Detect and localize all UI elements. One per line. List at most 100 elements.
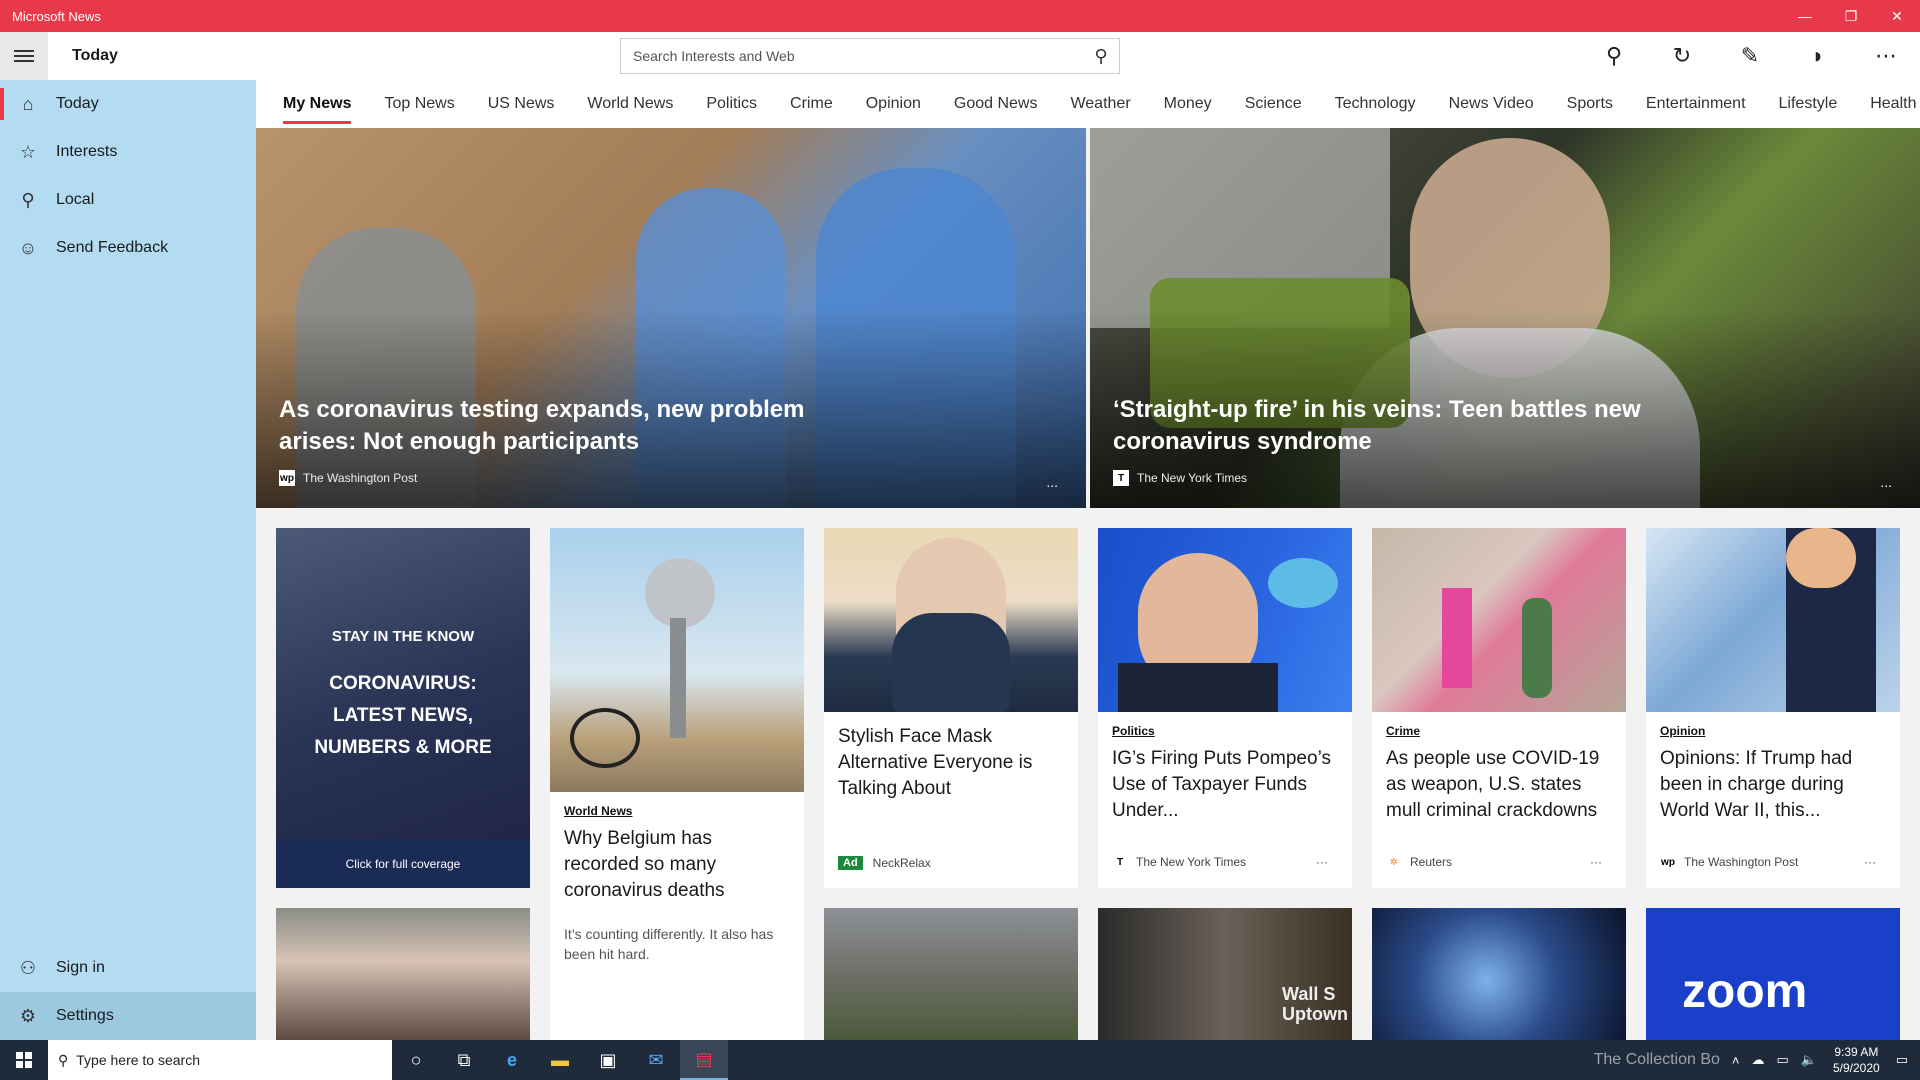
source-name: The New York Times [1136, 855, 1247, 869]
sidebar-item-label: Local [56, 191, 95, 208]
hero-article-2[interactable]: ‘Straight-up fire’ in his veins: Teen ba… [1090, 128, 1920, 508]
coronavirus-coverage-card[interactable]: STAY IN THE KNOW CORONAVIRUS: LATEST NEW… [276, 528, 530, 888]
search-input[interactable] [633, 48, 1083, 64]
sidebar-item-settings[interactable]: ⚙ Settings [0, 992, 256, 1040]
sidebar-item-interests[interactable]: ☆ Interests [0, 128, 256, 176]
more-options-button[interactable]: ... [1880, 474, 1892, 490]
sidebar-item-send-feedback[interactable]: ☺ Send Feedback [0, 224, 256, 272]
tab-health-and-fitness[interactable]: Health and Fitness [1870, 80, 1920, 128]
watermark-text: The Collection Bo [1593, 1051, 1720, 1068]
article-card-lower-1[interactable] [276, 908, 530, 1040]
sidebar: ⌂ Today ☆ Interests ⚲ Local ☺ Send Feedb… [0, 32, 256, 1040]
sidebar-item-local[interactable]: ⚲ Local [0, 176, 256, 224]
window-title: Microsoft News [12, 8, 101, 24]
clock[interactable]: 9:39 AM 5/9/2020 [1823, 1044, 1890, 1076]
tab-good-news[interactable]: Good News [954, 80, 1038, 128]
hamburger-menu-button[interactable] [0, 32, 48, 80]
article-card-lower-5[interactable]: zoom [1646, 908, 1900, 1040]
hero-headline[interactable]: As coronavirus testing expands, new prob… [279, 394, 839, 458]
article-footer: T The New York Times ··· [1112, 854, 1338, 870]
promo-headline: CORONAVIRUS: LATEST NEWS, NUMBERS & MORE [276, 668, 530, 764]
article-category[interactable]: Crime [1386, 724, 1612, 738]
start-button[interactable] [0, 1040, 48, 1080]
task-view-icon[interactable]: ⧉ [440, 1040, 488, 1080]
more-icon[interactable]: ⋯ [1852, 32, 1920, 80]
tab-world-news[interactable]: World News [587, 80, 673, 128]
article-title[interactable]: IG’s Firing Puts Pompeo’s Use of Taxpaye… [1112, 746, 1338, 824]
restore-button[interactable]: ❐ [1828, 0, 1874, 32]
cortana-icon[interactable]: ○ [392, 1040, 440, 1080]
article-title[interactable]: As people use COVID-19 as weapon, U.S. s… [1386, 746, 1612, 824]
mail-icon[interactable]: ✉ [632, 1040, 680, 1080]
store-icon[interactable]: ▣ [584, 1040, 632, 1080]
full-coverage-button[interactable]: Click for full coverage [276, 840, 530, 888]
more-options-button[interactable]: ··· [1316, 855, 1328, 869]
volume-icon[interactable]: 🔈 [1795, 1052, 1823, 1068]
search-icon[interactable]: ⚲ [1083, 46, 1119, 67]
more-options-button[interactable]: ··· [1590, 855, 1602, 869]
tab-lifestyle[interactable]: Lifestyle [1779, 80, 1838, 128]
search-box[interactable]: ⚲ [620, 38, 1120, 74]
article-title[interactable]: Why Belgium has recorded so many coronav… [564, 826, 790, 904]
cloud-icon[interactable]: ☁ [1746, 1052, 1771, 1068]
article-card-crime[interactable]: Crime As people use COVID-19 as weapon, … [1372, 528, 1626, 888]
hero-headline[interactable]: ‘Straight-up fire’ in his veins: Teen ba… [1113, 394, 1673, 458]
page-title: Today [72, 47, 118, 64]
refresh-icon[interactable]: ↻ [1648, 32, 1716, 80]
article-card-belgium[interactable]: World News Why Belgium has recorded so m… [550, 528, 804, 1040]
article-category[interactable]: World News [564, 804, 790, 818]
article-card-lower-3[interactable]: Wall S Uptown [1098, 908, 1352, 1040]
article-category[interactable]: Politics [1112, 724, 1338, 738]
minimize-button[interactable]: — [1782, 0, 1828, 32]
edit-icon[interactable]: ✎ [1716, 32, 1784, 80]
edge-browser-icon[interactable]: e [488, 1040, 536, 1080]
news-app-icon[interactable]: ▤ [680, 1040, 728, 1080]
article-card-opinion[interactable]: Opinion Opinions: If Trump had been in c… [1646, 528, 1900, 888]
article-card-lower-4[interactable] [1372, 908, 1626, 1040]
article-image [1646, 528, 1900, 712]
more-options-button[interactable]: ··· [1864, 855, 1876, 869]
sidebar-item-label: Sign in [56, 959, 105, 976]
tab-crime[interactable]: Crime [790, 80, 833, 128]
system-tray: The Collection Bo ˄ ☁ ▭ 🔈 9:39 AM 5/9/20… [1588, 1040, 1920, 1080]
article-card-politics[interactable]: Politics IG’s Firing Puts Pompeo’s Use o… [1098, 528, 1352, 888]
close-button[interactable]: ✕ [1874, 0, 1920, 32]
washington-post-logo-icon: wp [1661, 856, 1675, 868]
promo-headline-line: LATEST NEWS, [332, 705, 474, 726]
tab-sports[interactable]: Sports [1567, 80, 1613, 128]
article-category[interactable]: Opinion [1660, 724, 1886, 738]
tab-science[interactable]: Science [1245, 80, 1302, 128]
tab-top-news[interactable]: Top News [384, 80, 454, 128]
gear-icon: ⚙ [19, 1005, 37, 1026]
article-title[interactable]: Stylish Face Mask Alternative Everyone i… [838, 724, 1064, 802]
more-options-button[interactable]: ... [1046, 474, 1058, 490]
article-card-lower-2[interactable] [824, 908, 1078, 1040]
taskbar-search-input[interactable] [76, 1052, 258, 1068]
tab-us-news[interactable]: US News [488, 80, 555, 128]
article-title[interactable]: Opinions: If Trump had been in charge du… [1660, 746, 1886, 824]
pin-icon[interactable]: ⚲ [1580, 32, 1648, 80]
star-list-icon: ☆ [19, 141, 37, 162]
tab-opinion[interactable]: Opinion [866, 80, 921, 128]
hero-source: T The New York Times [1113, 470, 1247, 486]
tab-technology[interactable]: Technology [1335, 80, 1416, 128]
chevron-up-icon[interactable]: ˄ [1726, 1053, 1746, 1068]
network-icon[interactable]: ▭ [1771, 1052, 1795, 1068]
sidebar-item-sign-in[interactable]: ⚇ Sign in [0, 944, 256, 992]
promo-headline-line: CORONAVIRUS: [329, 673, 477, 694]
tab-money[interactable]: Money [1164, 80, 1212, 128]
hero-article-1[interactable]: As coronavirus testing expands, new prob… [256, 128, 1086, 508]
taskbar: ⚲ ○ ⧉ e ▬ ▣ ✉ ▤ The Collection Bo ˄ ☁ ▭ … [0, 1040, 1920, 1080]
tab-politics[interactable]: Politics [706, 80, 757, 128]
tab-my-news[interactable]: My News [283, 80, 352, 128]
taskbar-search[interactable]: ⚲ [48, 1040, 392, 1080]
article-card-face-mask-ad[interactable]: Stylish Face Mask Alternative Everyone i… [824, 528, 1078, 888]
sidebar-item-today[interactable]: ⌂ Today [0, 80, 256, 128]
notifications-icon[interactable]: ▭ [1890, 1052, 1920, 1068]
tab-entertainment[interactable]: Entertainment [1646, 80, 1746, 128]
dark-mode-icon[interactable]: ◗ [1784, 32, 1852, 80]
tab-weather[interactable]: Weather [1070, 80, 1130, 128]
tab-news-video[interactable]: News Video [1449, 80, 1534, 128]
file-explorer-icon[interactable]: ▬ [536, 1040, 584, 1080]
ad-badge: Ad [838, 856, 863, 870]
